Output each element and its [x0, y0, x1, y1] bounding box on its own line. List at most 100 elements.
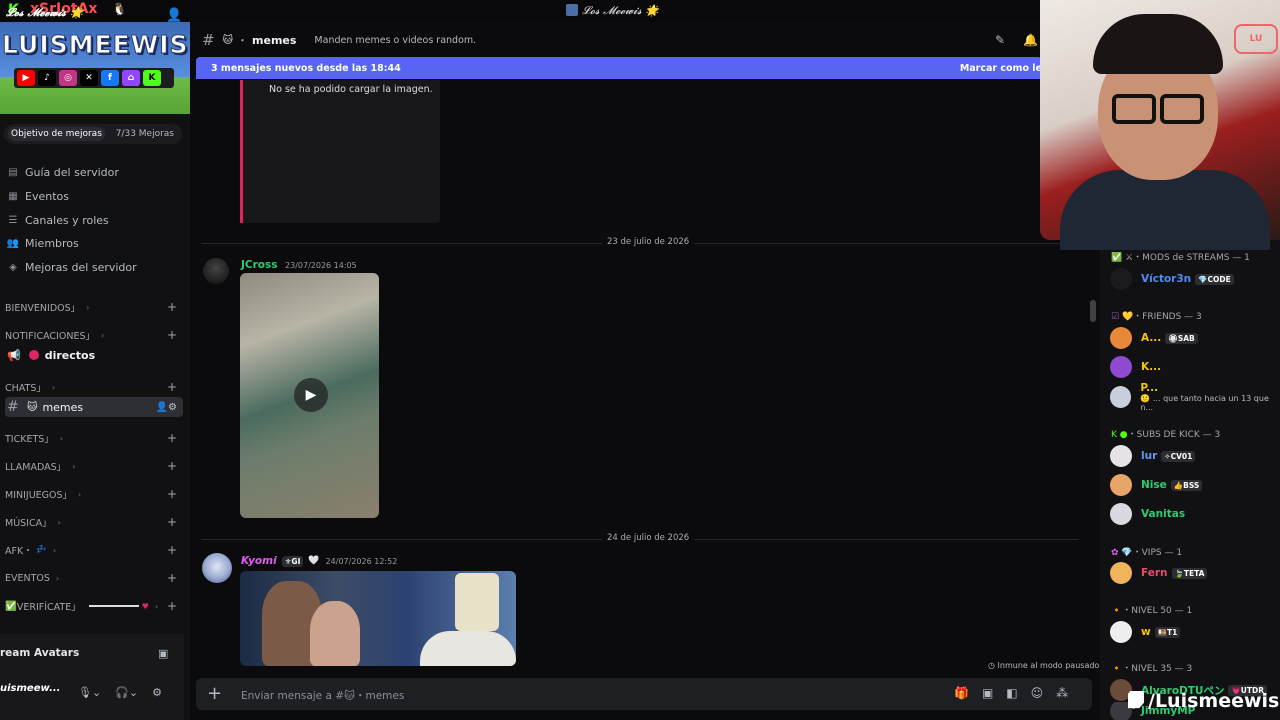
avatar	[1110, 356, 1132, 378]
invite-members-icon[interactable]: 👤	[166, 8, 182, 23]
apps-icon[interactable]: ⁂	[1056, 686, 1068, 700]
category-tickets[interactable]: TICKETS」 › +	[5, 429, 185, 447]
message-timestamp: 23/07/2026 14:05	[285, 261, 357, 270]
category-label: MÚSICA」	[5, 518, 52, 529]
server-name[interactable]: 𝓛𝓸𝓼 𝓜𝓮𝓮𝔀𝓲𝓼 🌟	[6, 6, 84, 20]
headphones-icon[interactable]: 🎧⌄	[115, 686, 138, 699]
category-eventos[interactable]: EVENTOS › +	[5, 569, 185, 587]
category-label: CHATS」	[5, 383, 46, 394]
add-channel-icon[interactable]: +	[167, 515, 177, 529]
add-channel-icon[interactable]: +	[167, 380, 177, 394]
attach-plus-icon[interactable]: +	[207, 683, 222, 704]
member-vanitas[interactable]: Vanitas	[1110, 502, 1185, 526]
composer-actions: 🎁 ▣ ◧ ☺ ⁂	[954, 686, 1068, 700]
avatar[interactable]	[203, 258, 229, 284]
check-icon: ☑	[1111, 312, 1120, 322]
gear-icon[interactable]: ⚙	[152, 686, 162, 699]
nav-channels-roles[interactable]: ☰ Canales y roles	[6, 210, 186, 230]
add-channel-icon[interactable]: +	[167, 599, 177, 613]
activity-icon[interactable]: ▣	[158, 647, 168, 660]
avatar[interactable]	[202, 553, 232, 583]
chevron-right-icon: ›	[52, 545, 57, 555]
category-label: BIENVENIDOS」	[5, 303, 81, 314]
add-channel-icon[interactable]: +	[167, 300, 177, 314]
group-label: ・VIPS — 1	[1132, 548, 1183, 558]
boost-goal[interactable]: Objetivo de mejoras 7/33 Mejoras	[4, 124, 182, 144]
add-channel-icon[interactable]: +	[167, 487, 177, 501]
member-name: lur	[1141, 450, 1158, 462]
category-notificaciones[interactable]: NOTIFICACIONES」 › +	[5, 326, 185, 344]
member-name: w	[1141, 626, 1151, 638]
list-icon: ☰	[8, 214, 18, 226]
mark-as-read-button[interactable]: Marcar como le	[960, 63, 1042, 74]
member-group-nivel35: 🔸・NIVEL 35 — 3	[1111, 661, 1192, 674]
scrollbar[interactable]	[1090, 300, 1096, 322]
message-author[interactable]: JCross	[241, 259, 278, 271]
channel-directos[interactable]: 📢 directos	[5, 345, 183, 365]
member-lur[interactable]: lur ✧CV01	[1110, 444, 1196, 468]
member-nise[interactable]: Nise 👍BSS	[1110, 473, 1203, 497]
nav-events[interactable]: ▦ Eventos	[6, 186, 186, 206]
image-embed	[240, 80, 440, 223]
member-w[interactable]: w 🍱T1	[1110, 620, 1181, 644]
sticker-icon[interactable]: ◧	[1006, 686, 1017, 700]
member-k[interactable]: K...	[1110, 355, 1161, 379]
server-icon	[566, 4, 578, 16]
twitch-icon	[1128, 691, 1144, 709]
add-channel-icon[interactable]: +	[167, 328, 177, 342]
member-name: P...	[1140, 382, 1159, 394]
add-channel-icon[interactable]: +	[167, 459, 177, 473]
member-badge: 👍BSS	[1170, 479, 1203, 491]
member-fern[interactable]: Fern 🍃TETA	[1110, 561, 1208, 585]
activity-title[interactable]: ream Avatars	[0, 647, 79, 659]
channel-topic[interactable]: Manden memes o videos random.	[314, 35, 476, 46]
member-group-vips: ✿ 💎・VIPS — 1	[1111, 545, 1182, 558]
nav-members[interactable]: 👥 Miembros	[6, 233, 186, 253]
member-badge: ✧CV01	[1161, 450, 1196, 462]
member-p[interactable]: P... 🙂 ... que tanto hacia un 13 que n...	[1110, 382, 1280, 412]
gift-icon[interactable]: 🎁	[954, 686, 969, 700]
category-afk[interactable]: AFK・ 💤 › +	[5, 541, 185, 559]
channel-settings-icon[interactable]: 👤⚙	[156, 402, 177, 413]
current-user-name[interactable]: uismeew...	[0, 683, 60, 694]
add-channel-icon[interactable]: +	[167, 571, 177, 585]
channel-memes[interactable]: # 🐱 memes 👤⚙	[5, 397, 183, 417]
add-channel-icon[interactable]: +	[167, 431, 177, 445]
nav-server-boosts[interactable]: ◈ Mejoras del servidor	[6, 257, 186, 277]
category-minijuegos[interactable]: MINIJUEGOS」 › +	[5, 485, 185, 503]
message-author[interactable]: Kyomi	[241, 555, 277, 567]
microphone-icon[interactable]: 🎙⌄	[78, 686, 101, 699]
member-victor[interactable]: Víctor3n 💎CODE	[1110, 267, 1234, 291]
message-timestamp: 24/07/2026 12:52	[325, 556, 398, 566]
category-verificate[interactable]: ✅ VERIFÍCATE」 ♥ › +	[5, 597, 185, 615]
person-shape	[310, 601, 360, 666]
banner-logo-text: LUISMEEWIS	[2, 30, 189, 60]
gif-icon[interactable]: ▣	[982, 686, 993, 700]
message-input[interactable]: Enviar mensaje a #🐱・memes	[241, 688, 404, 703]
guild-tag-text: GI	[291, 556, 301, 566]
emoji-icon[interactable]: ☺	[1031, 686, 1044, 700]
add-channel-icon[interactable]: +	[167, 543, 177, 557]
image-attachment[interactable]	[240, 571, 516, 666]
new-messages-bar[interactable]: 3 mensajes nuevos desde las 18:44 Marcar…	[196, 57, 1042, 79]
threads-icon[interactable]: ✎	[995, 33, 1005, 47]
chevron-right-icon: ›	[72, 461, 76, 471]
hat-shape	[420, 631, 516, 666]
badge-icon: 🍱	[1157, 627, 1168, 637]
category-chats[interactable]: CHATS」 › +	[5, 378, 185, 396]
category-bienvenidos[interactable]: BIENVENIDOS」 › +	[5, 298, 185, 316]
channel-title: memes	[252, 33, 297, 47]
category-llamadas[interactable]: LLAMADAS」 › +	[5, 457, 185, 475]
badge-text: CODE	[1207, 274, 1231, 284]
nav-server-guide[interactable]: ▤ Guía del servidor	[6, 162, 186, 182]
jar-shape	[455, 573, 499, 631]
badge-text: TETA	[1183, 568, 1205, 578]
chevron-right-icon: ›	[78, 489, 82, 499]
instagram-icon: ◎	[59, 70, 77, 86]
member-a[interactable]: A... 🏵SAB	[1110, 326, 1198, 350]
category-musica[interactable]: MÚSICA」 › +	[5, 513, 185, 531]
play-icon[interactable]: ▶	[294, 378, 328, 412]
day-label: 23 de julio de 2026	[602, 237, 695, 247]
members-icon: 👥	[6, 237, 20, 249]
bell-icon[interactable]: 🔔	[1023, 33, 1038, 47]
